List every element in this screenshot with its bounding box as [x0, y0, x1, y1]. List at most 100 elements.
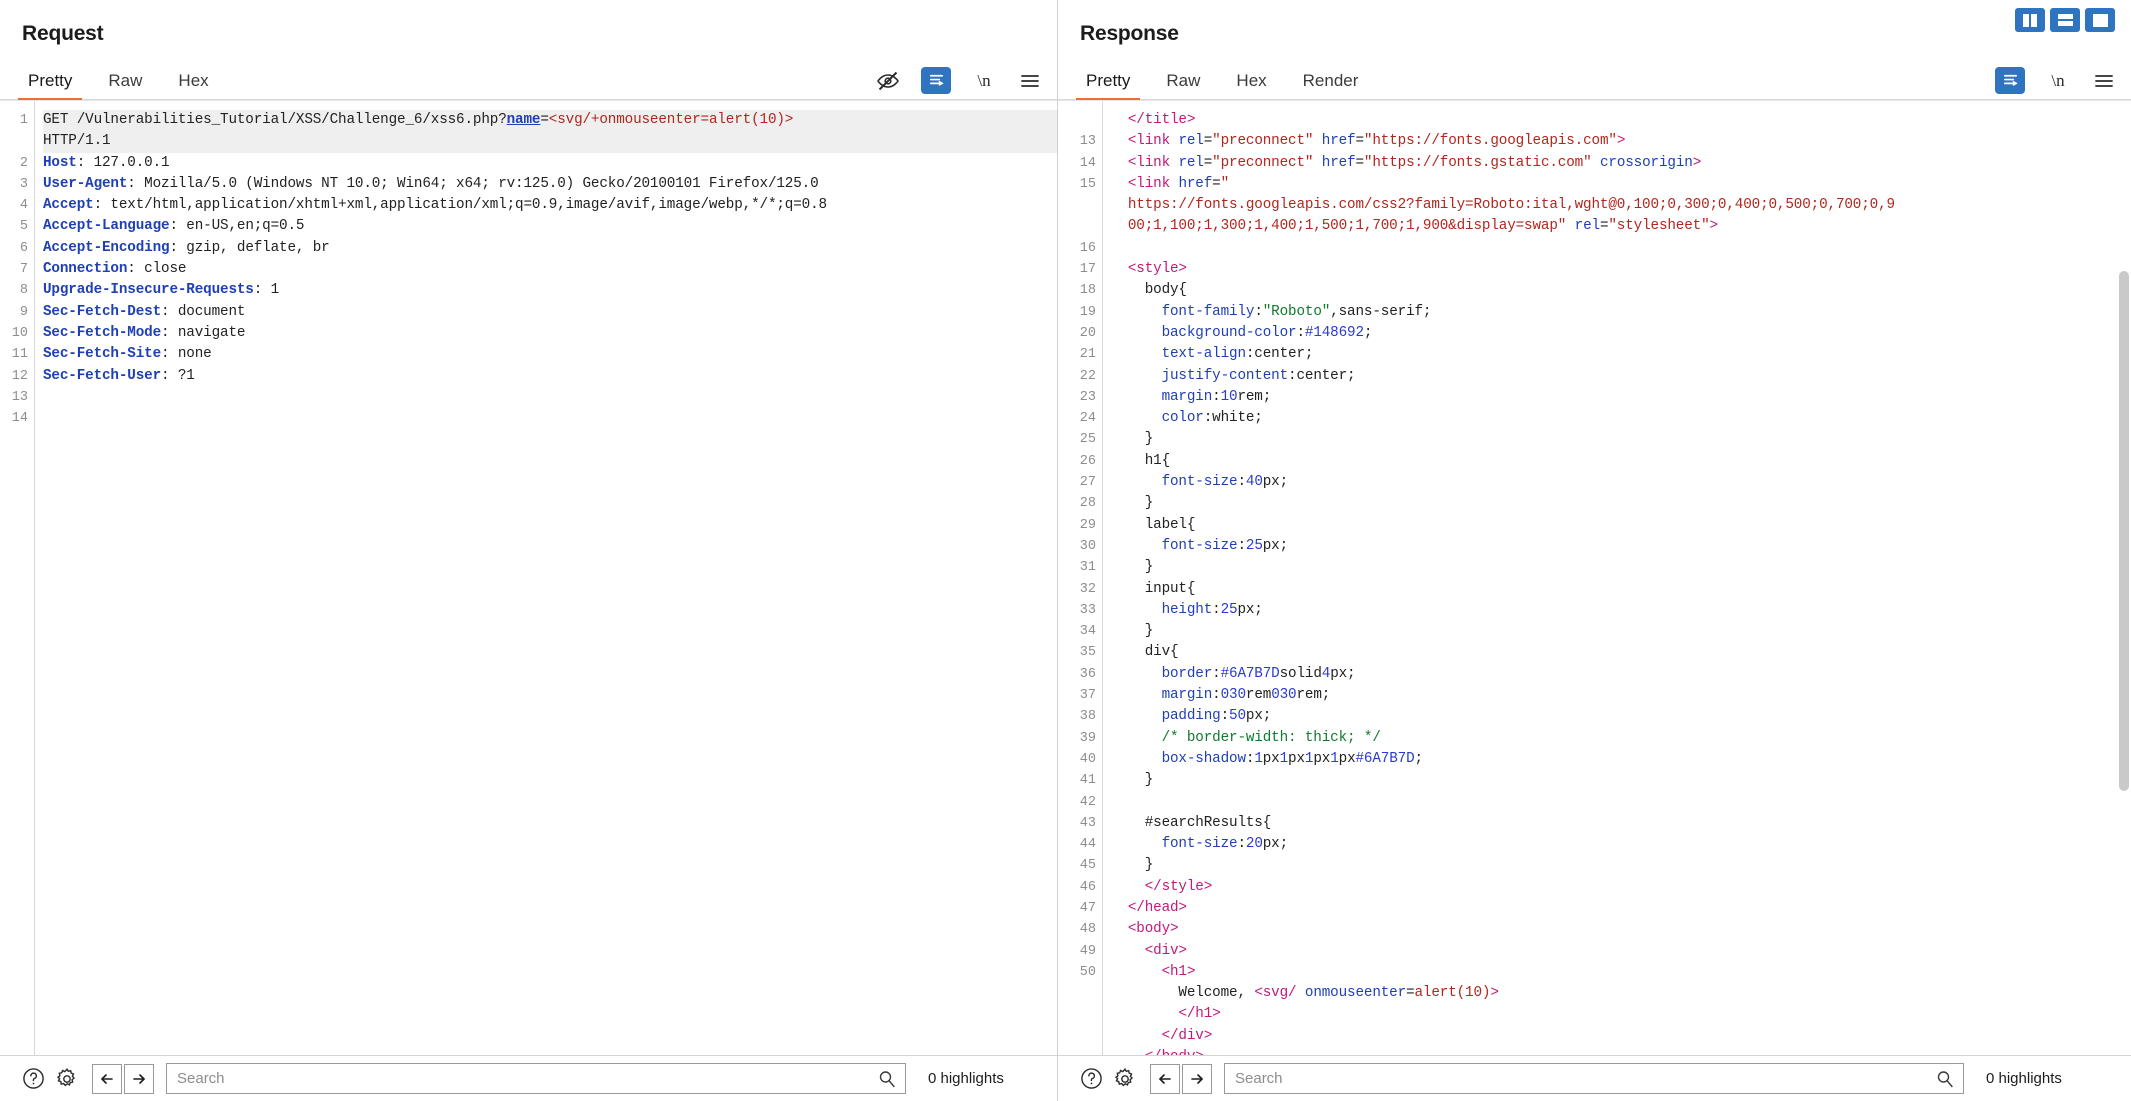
layout-rows-button[interactable]: [2050, 8, 2080, 32]
code-token: : ?1: [161, 367, 195, 384]
line-number: 30: [1079, 538, 1096, 554]
code-token: font-size: [1161, 474, 1238, 491]
line-number: 29: [1079, 517, 1096, 533]
menu-icon[interactable]: [2091, 68, 2117, 94]
search-prev-button[interactable]: [92, 1063, 122, 1094]
layout-columns-button[interactable]: [2015, 8, 2045, 32]
code-line: <link href=": [1111, 174, 2131, 195]
newline-icon[interactable]: \n: [971, 68, 997, 94]
response-editor[interactable]: 13 14 15 16 17 18 19 20 21 22 23 24 25 26 27 28 29 30 31 32…: [1058, 100, 2131, 1055]
newline-icon[interactable]: \n: [2045, 68, 2071, 94]
magnifier-icon: [878, 1070, 896, 1093]
code-token: : document: [161, 303, 246, 320]
code-token: : Mozilla/5.0 (Windows NT 10.0; Win64; x…: [127, 175, 819, 192]
code-line: </h1>: [1111, 1004, 2131, 1025]
code-token: 00;1,100;1,300;1,400;1,500;1,700;1,900&d…: [1111, 218, 1567, 235]
request-footer: 0 highlights: [0, 1055, 1057, 1101]
request-pane: Request Pretty Raw Hex \n 1 2 3 4 5 6 7 …: [0, 0, 1058, 1101]
code-token: ": [1220, 175, 1230, 192]
code-token: font-family: [1161, 303, 1255, 320]
code-line: Sec-Fetch-Site: none: [43, 344, 1057, 365]
line-number: 44: [1079, 837, 1096, 853]
search-input[interactable]: [167, 1064, 905, 1093]
request-search-box[interactable]: [166, 1063, 906, 1094]
code-token: https://fonts.googleapis.com/css2?family…: [1111, 197, 1895, 214]
search-next-button[interactable]: [1182, 1063, 1212, 1094]
search-prev-button[interactable]: [1150, 1063, 1180, 1094]
code-line: </body>: [1111, 1047, 2131, 1055]
layout-single-button[interactable]: [2085, 8, 2115, 32]
gear-icon[interactable]: [50, 1062, 84, 1096]
pretty-print-icon[interactable]: [1995, 67, 2025, 94]
code-token: px;: [1330, 665, 1356, 682]
line-number: [1058, 1026, 1096, 1047]
code-token: Connection: [43, 261, 128, 278]
code-line: text-align:center;: [1111, 344, 2131, 365]
hide-non-printable-icon[interactable]: [875, 68, 901, 94]
line-number: [1058, 195, 1096, 216]
code-token: :white;: [1203, 410, 1263, 427]
pretty-print-icon[interactable]: [921, 67, 951, 94]
response-highlights-count: 0 highlights: [1986, 1070, 2062, 1087]
line-number: 7: [19, 262, 28, 278]
search-input[interactable]: [1225, 1064, 1963, 1093]
code-token: <body>: [1127, 921, 1179, 938]
question-mark-icon[interactable]: [1074, 1062, 1108, 1096]
menu-icon[interactable]: [1017, 68, 1043, 94]
request-code[interactable]: GET /Vulnerabilities_Tutorial/XSS/Challe…: [34, 101, 1057, 1055]
response-footer: 0 highlights: [1058, 1055, 2131, 1101]
code-token: background-color: [1161, 324, 1297, 341]
line-number: 25: [1079, 432, 1096, 448]
line-number: 15: [1079, 176, 1096, 192]
request-editor[interactable]: 1 2 3 4 5 6 7 8 9 10 11 12 13 14 GET /Vulnerabilities…: [0, 100, 1057, 1055]
response-code[interactable]: </title> <link rel="preconnect" href="ht…: [1102, 101, 2131, 1055]
tab-response-pretty[interactable]: Pretty: [1068, 65, 1148, 101]
line-number: 31: [1079, 560, 1096, 576]
gear-icon[interactable]: [1108, 1062, 1142, 1096]
code-token: Host: [43, 154, 77, 171]
code-token: =: [540, 112, 549, 128]
search-next-button[interactable]: [124, 1063, 154, 1094]
code-token: User-Agent: [43, 175, 128, 192]
code-token: : en-US,en;q=0.5: [169, 218, 305, 235]
code-token: Accept: [43, 197, 94, 214]
code-token: :: [1220, 708, 1230, 725]
code-token: 30: [1229, 687, 1246, 704]
code-token: Sec-Fetch-Dest: [43, 303, 162, 320]
code-token: >: [1709, 218, 1719, 235]
tab-request-hex[interactable]: Hex: [160, 65, 226, 100]
tab-request-raw[interactable]: Raw: [90, 65, 160, 100]
line-number: [1058, 1047, 1096, 1055]
code-token: href: [1321, 154, 1356, 171]
code-line: margin:030rem030rem;: [1111, 685, 2131, 706]
code-line: Accept-Language: en-US,en;q=0.5: [43, 216, 1057, 237]
question-mark-icon[interactable]: [16, 1062, 50, 1096]
code-line: }: [1111, 429, 2131, 450]
line-number: 40: [1079, 751, 1096, 767]
code-token: :: [1237, 537, 1246, 554]
line-number: 20: [1079, 325, 1096, 341]
response-search-box[interactable]: [1224, 1063, 1964, 1094]
tab-response-render[interactable]: Render: [1285, 65, 1377, 100]
rows-icon: [2057, 14, 2073, 26]
code-token: }: [1111, 857, 1154, 874]
tab-request-pretty[interactable]: Pretty: [10, 65, 90, 101]
code-token: solid: [1279, 665, 1322, 682]
line-number: 12: [11, 368, 28, 384]
code-line: </style>: [1111, 877, 2131, 898]
response-scrollbar[interactable]: [2119, 271, 2129, 791]
code-token: </head>: [1127, 899, 1187, 916]
tab-response-hex[interactable]: Hex: [1218, 65, 1284, 100]
tab-response-raw[interactable]: Raw: [1148, 65, 1218, 100]
code-line: GET /Vulnerabilities_Tutorial/XSS/Challe…: [43, 110, 1057, 132]
code-token: Accept-Language: [43, 218, 170, 235]
code-line: Sec-Fetch-Mode: navigate: [43, 323, 1057, 344]
code-line: </head>: [1111, 898, 2131, 919]
code-token: </style>: [1144, 878, 1213, 895]
code-line: color:white;: [1111, 408, 2131, 429]
